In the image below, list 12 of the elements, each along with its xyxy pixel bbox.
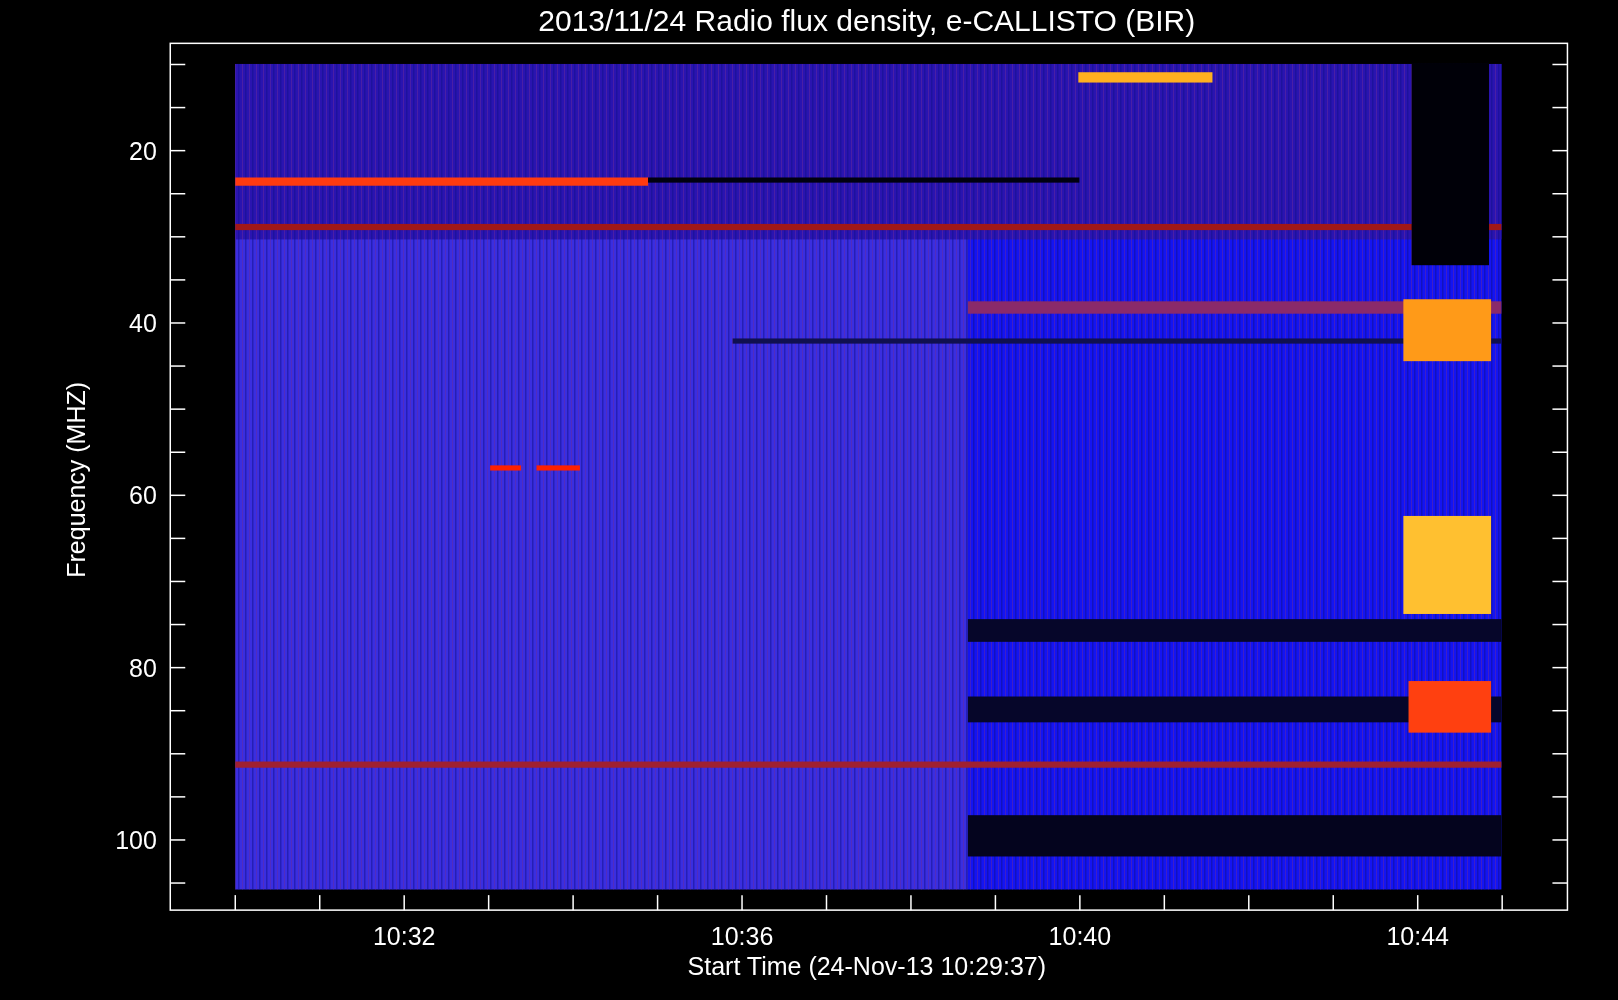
- axis-title: Start Time (24-Nov-13 10:29:37): [687, 952, 1047, 981]
- axis-tick-label: 100: [115, 825, 157, 854]
- axis-tick-label: 60: [129, 481, 157, 510]
- axis-tick-label: 10:36: [710, 922, 774, 951]
- chart-title: 2013/11/24 Radio flux density, e-CALLISTO (BIR): [538, 3, 1196, 37]
- axis-tick-label: 80: [129, 653, 157, 682]
- axis-tick-label: 10:32: [372, 922, 436, 951]
- axis-tick-label: 20: [129, 136, 157, 165]
- axis-title: Frequency (MHZ): [61, 381, 90, 578]
- axis-tick-label: 40: [129, 309, 157, 337]
- axis-tick-label: 10:44: [1386, 922, 1449, 951]
- axis-tick-label: 10:40: [1048, 922, 1112, 951]
